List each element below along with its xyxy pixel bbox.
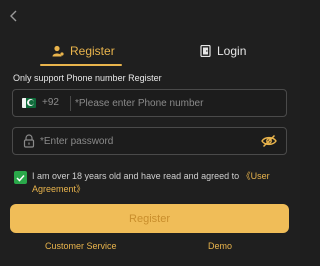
agreement-checkbox[interactable] <box>14 171 27 184</box>
back-button[interactable] <box>4 6 22 26</box>
phone-field: +92 <box>12 89 287 117</box>
country-code[interactable]: +92 <box>42 97 59 108</box>
eye-hidden-icon[interactable] <box>261 134 277 153</box>
pakistan-flag-icon[interactable] <box>22 98 36 108</box>
active-tab-indicator <box>40 64 122 66</box>
register-hint: Only support Phone number Register <box>13 73 162 83</box>
chevron-left-icon <box>10 10 17 22</box>
agreement-row: I am over 18 years old and have read and… <box>14 170 294 198</box>
tab-register-label: Register <box>70 44 115 58</box>
tab-login-label: Login <box>217 44 247 58</box>
tab-login[interactable]: Login <box>200 36 246 66</box>
auth-tabs: Register Login <box>0 36 300 68</box>
agreement-statement: I am over 18 years old and have read and… <box>32 171 240 181</box>
check-icon <box>16 174 25 182</box>
register-button[interactable]: Register <box>10 204 289 233</box>
password-field <box>12 127 287 155</box>
customer-service-link[interactable]: Customer Service <box>45 241 117 251</box>
tab-register[interactable]: Register <box>52 36 115 66</box>
register-screen: Register Login Only support Phone number… <box>0 0 300 266</box>
demo-link[interactable]: Demo <box>208 241 232 251</box>
login-door-icon <box>200 45 211 57</box>
lock-icon <box>23 134 35 153</box>
user-icon <box>52 45 64 57</box>
password-input[interactable] <box>40 129 250 153</box>
phone-input[interactable] <box>75 91 275 115</box>
agreement-text: I am over 18 years old and have read and… <box>32 170 290 196</box>
phone-divider <box>70 96 71 111</box>
